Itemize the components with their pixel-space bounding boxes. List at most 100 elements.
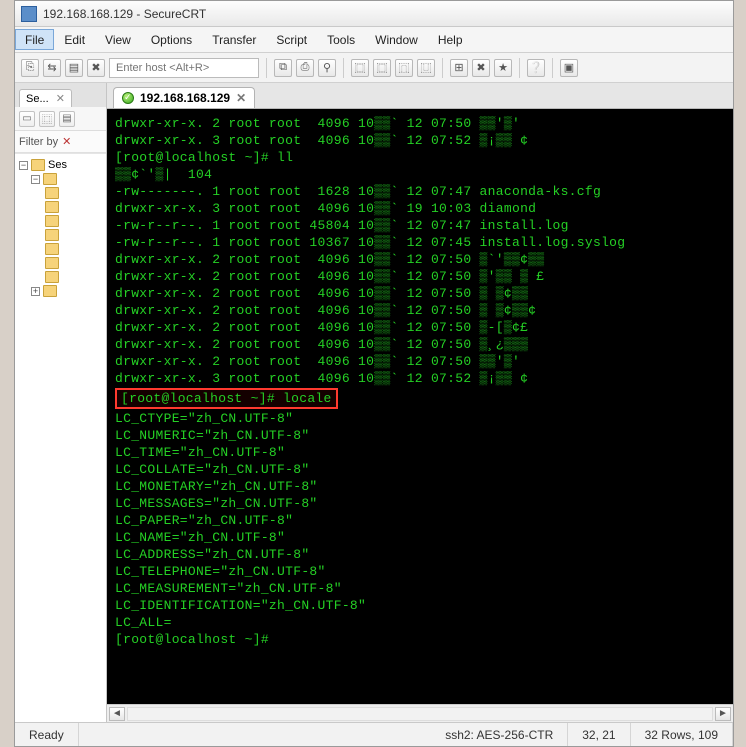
folder-icon [45,229,59,241]
scroll-left-icon[interactable]: ◄ [109,707,125,721]
toolbar-btn-b[interactable]: ⿴ [373,59,391,77]
toolbar-btn-help-icon[interactable]: ❔ [527,59,545,77]
status-size: 32 Rows, 109 [631,723,733,746]
sidebar-ico-1[interactable]: ▭ [19,111,35,127]
menu-options[interactable]: Options [141,27,202,52]
menu-file[interactable]: File [15,29,54,50]
terminal-line-highlighted: [root@localhost ~]# locale [115,387,725,410]
tree-item[interactable] [17,228,104,242]
scroll-right-icon[interactable]: ► [715,707,731,721]
terminal-line: LC_TIME="zh_CN.UTF-8" [115,444,725,461]
toolbar-separator [519,58,520,78]
terminal-line: drwxr-xr-x. 2 root root 4096 10▒▒` 12 07… [115,319,725,336]
sidebar-ico-2[interactable]: ⿴ [39,111,55,127]
session-tabbar: 192.168.168.129 ✕ [107,83,733,109]
filter-close-icon[interactable]: ✕ [62,135,71,148]
sidebar-tab-close-icon[interactable]: ✕ [56,93,65,105]
window-title: 192.168.168.129 - SecureCRT [43,7,206,21]
titlebar[interactable]: 192.168.168.129 - SecureCRT [15,1,733,27]
tree-item[interactable]: − [17,172,104,186]
expander-icon[interactable]: − [19,161,28,170]
terminal-line: drwxr-xr-x. 2 root root 4096 10▒▒` 12 07… [115,268,725,285]
folder-icon [43,285,57,297]
toolbar-btn-tools-icon[interactable]: ✖ [472,59,490,77]
status-ready: Ready [15,723,79,746]
toolbar-btn-copy[interactable]: ⧉ [274,59,292,77]
terminal-line: drwxr-xr-x. 3 root root 4096 10▒▒` 12 07… [115,132,725,149]
menu-view[interactable]: View [95,27,141,52]
session-sidebar: Se... ✕ ▭ ⿴ ▤ Filter by ✕ − Ses [15,83,107,722]
terminal-line: LC_ADDRESS="zh_CN.UTF-8" [115,546,725,563]
terminal-line: LC_NUMERIC="zh_CN.UTF-8" [115,427,725,444]
sidebar-tab-sessions[interactable]: Se... ✕ [19,89,72,107]
host-input[interactable] [109,58,259,78]
terminal-line: LC_PAPER="zh_CN.UTF-8" [115,512,725,529]
terminal-line: drwxr-xr-x. 2 root root 4096 10▒▒` 12 07… [115,285,725,302]
terminal-line: drwxr-xr-x. 2 root root 4096 10▒▒` 12 07… [115,251,725,268]
session-tab[interactable]: 192.168.168.129 ✕ [113,87,255,108]
expander-icon[interactable]: − [31,175,40,184]
main-area: 192.168.168.129 ✕ drwxr-xr-x. 2 root roo… [107,83,733,722]
horizontal-scrollbar[interactable]: ◄ ► [107,704,733,722]
toolbar-btn-quickconnect[interactable]: ⇆ [43,59,61,77]
terminal-line: drwxr-xr-x. 3 root root 4096 10▒▒` 12 07… [115,370,725,387]
tree-item[interactable]: + [17,284,104,298]
terminal-line: LC_CTYPE="zh_CN.UTF-8" [115,410,725,427]
tree-item[interactable] [17,270,104,284]
toolbar-btn-c[interactable]: ⿵ [395,59,413,77]
toolbar-btn-connect[interactable]: ⎘ [21,59,39,77]
terminal-line: drwxr-xr-x. 3 root root 4096 10▒▒` 19 10… [115,200,725,217]
toolbar-separator [442,58,443,78]
toolbar-separator [343,58,344,78]
sidebar-toolbar: ▭ ⿴ ▤ [15,107,106,131]
toolbar-btn-star[interactable]: ★ [494,59,512,77]
toolbar: ⎘ ⇆ ▤ ✖ ⧉ ⎙ ⚲ ⿴ ⿴ ⿵ ⿶ ⊞ ✖ ★ ❔ ▣ [15,53,733,83]
toolbar-separator [552,58,553,78]
toolbar-btn-a[interactable]: ⿴ [351,59,369,77]
content-area: Se... ✕ ▭ ⿴ ▤ Filter by ✕ − Ses [15,83,733,722]
application-window: 192.168.168.129 - SecureCRT File Edit Vi… [14,0,734,747]
terminal-line: LC_MESSAGES="zh_CN.UTF-8" [115,495,725,512]
folder-icon [45,243,59,255]
expander-icon[interactable]: + [31,287,40,296]
terminal-output[interactable]: drwxr-xr-x. 2 root root 4096 10▒▒` 12 07… [107,109,733,704]
toolbar-btn-find[interactable]: ⚲ [318,59,336,77]
tree-item[interactable] [17,186,104,200]
folder-icon [31,159,45,171]
toolbar-btn-options[interactable]: ⊞ [450,59,468,77]
terminal-line: LC_NAME="zh_CN.UTF-8" [115,529,725,546]
menu-tools[interactable]: Tools [317,27,365,52]
toolbar-btn-disconnect[interactable]: ✖ [87,59,105,77]
terminal-line: drwxr-xr-x. 2 root root 4096 10▒▒` 12 07… [115,336,725,353]
toolbar-separator [266,58,267,78]
tree-item[interactable] [17,242,104,256]
menubar: File Edit View Options Transfer Script T… [15,27,733,53]
tree-root[interactable]: − Ses [17,158,104,172]
terminal-line: -rw-r--r--. 1 root root 45804 10▒▒` 12 0… [115,217,725,234]
tab-close-icon[interactable]: ✕ [236,91,246,105]
toolbar-btn-d[interactable]: ⿶ [417,59,435,77]
scroll-track[interactable] [127,707,713,721]
terminal-line: LC_IDENTIFICATION="zh_CN.UTF-8" [115,597,725,614]
session-tree[interactable]: − Ses − [15,153,106,722]
sidebar-filter: Filter by ✕ [15,131,106,153]
menu-help[interactable]: Help [428,27,473,52]
sidebar-tab-label: Se... [26,93,49,105]
sidebar-tabbar: Se... ✕ [15,83,106,107]
sidebar-ico-3[interactable]: ▤ [59,111,75,127]
tree-item[interactable] [17,214,104,228]
tree-item[interactable] [17,200,104,214]
menu-transfer[interactable]: Transfer [202,27,266,52]
status-cipher: ssh2: AES-256-CTR [431,723,568,746]
terminal-line: LC_TELEPHONE="zh_CN.UTF-8" [115,563,725,580]
menu-script[interactable]: Script [266,27,317,52]
folder-icon [45,201,59,213]
folder-icon [45,215,59,227]
toolbar-btn-last[interactable]: ▣ [560,59,578,77]
menu-edit[interactable]: Edit [54,27,95,52]
tree-item[interactable] [17,256,104,270]
toolbar-btn-sessions[interactable]: ▤ [65,59,83,77]
toolbar-btn-paste[interactable]: ⎙ [296,59,314,77]
folder-icon [45,187,59,199]
menu-window[interactable]: Window [365,27,428,52]
